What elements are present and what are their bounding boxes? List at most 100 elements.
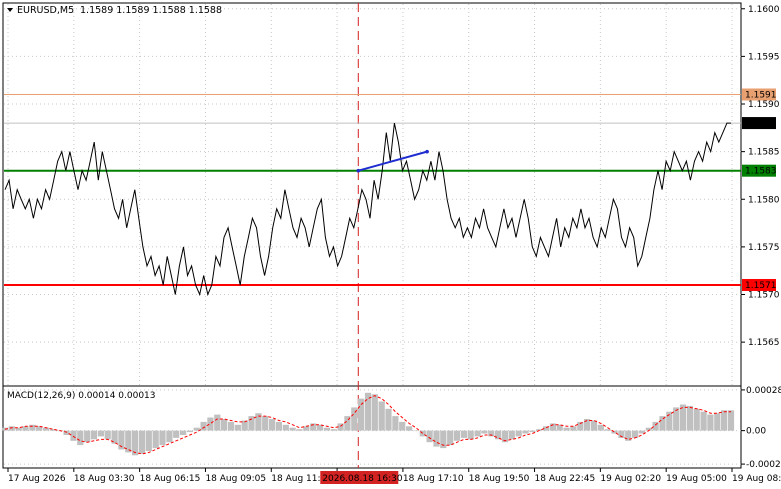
macd-histogram-bar bbox=[166, 430, 173, 443]
macd-histogram-bar bbox=[385, 408, 392, 431]
macd-histogram-bar bbox=[460, 430, 467, 438]
macd-histogram-bar bbox=[214, 414, 221, 431]
macd-histogram-bar bbox=[207, 417, 214, 431]
macd-histogram-bar bbox=[721, 410, 728, 431]
macd-histogram-bar bbox=[358, 398, 365, 431]
time-highlight-label: 2026.08.18 16:30 bbox=[322, 474, 403, 484]
macd-tick-label: 0.00 bbox=[746, 427, 766, 437]
macd-tick-label: 0.00028 bbox=[746, 386, 781, 396]
macd-label: MACD(12,26,9) 0.00014 0.00013 bbox=[7, 391, 156, 401]
macd-histogram-bar bbox=[714, 413, 721, 431]
time-tick-label: 17 Aug 2026 bbox=[8, 474, 66, 484]
macd-histogram-bar bbox=[529, 430, 536, 433]
macd-histogram-bar bbox=[282, 424, 289, 431]
macd-histogram-bar bbox=[138, 430, 146, 454]
macd-histogram-bar bbox=[474, 430, 481, 437]
macd-histogram-bar bbox=[481, 430, 488, 434]
macd-histogram-bar bbox=[275, 421, 282, 431]
macd-histogram-bar bbox=[323, 427, 330, 431]
level-tag-label: 1.1571 bbox=[745, 281, 777, 291]
macd-histogram-bar bbox=[180, 430, 187, 435]
trendline-anchor-start[interactable] bbox=[356, 168, 361, 173]
macd-histogram-bar bbox=[289, 427, 296, 431]
macd-histogram-bar bbox=[453, 430, 461, 441]
price-tick-label: 1.1570 bbox=[748, 291, 780, 301]
macd-histogram-bar bbox=[90, 430, 98, 440]
symbol-label: EURUSD,M5 bbox=[17, 5, 74, 16]
macd-histogram-bar bbox=[70, 430, 77, 441]
macd-histogram-bar bbox=[467, 430, 474, 440]
macd-histogram-bar bbox=[392, 416, 399, 431]
time-tick-label: 18 Aug 06:15 bbox=[140, 474, 201, 484]
macd-histogram-bar bbox=[227, 421, 235, 431]
macd-histogram-bar bbox=[186, 430, 193, 433]
macd-histogram-bar bbox=[590, 420, 598, 431]
macd-histogram-bar bbox=[77, 430, 84, 446]
macd-histogram-bar bbox=[563, 427, 570, 431]
macd-histogram-bar bbox=[495, 430, 502, 440]
macd-histogram-bar bbox=[515, 430, 522, 437]
level-tag-label: 1.1591 bbox=[745, 90, 777, 100]
macd-histogram-bar bbox=[727, 410, 735, 431]
price-tick-label: 1.1600 bbox=[748, 5, 780, 15]
ohlc-readout: 1.1589 1.1589 1.1588 1.1588 bbox=[80, 5, 222, 16]
macd-histogram-bar bbox=[597, 424, 604, 431]
macd-histogram-bar bbox=[132, 430, 139, 456]
price-tick-label: 1.1575 bbox=[748, 243, 780, 253]
macd-histogram-bar bbox=[234, 424, 241, 431]
macd-histogram-bar bbox=[364, 392, 372, 431]
macd-histogram-bar bbox=[426, 430, 433, 443]
macd-histogram-bar bbox=[406, 426, 413, 431]
price-tick-label: 1.1585 bbox=[748, 148, 780, 158]
macd-histogram-bar bbox=[570, 426, 577, 431]
macd-histogram-bar bbox=[200, 421, 207, 431]
time-tick-label: 18 Aug 19:50 bbox=[469, 474, 530, 484]
time-highlight-tag: 2026.08.18 16:30 bbox=[320, 471, 403, 484]
current-price-label: 1.1588 bbox=[745, 119, 777, 129]
macd-histogram-bar bbox=[8, 426, 15, 431]
macd-histogram-bar bbox=[97, 430, 104, 437]
time-tick-label: 19 Aug 08:00 bbox=[732, 474, 781, 484]
macd-histogram-bar bbox=[84, 430, 91, 443]
macd-tick-label: -0.00023 bbox=[746, 460, 781, 470]
macd-histogram-bar bbox=[700, 411, 707, 431]
macd-histogram-bar bbox=[152, 430, 159, 449]
current-price-tag: 1.1588 bbox=[742, 117, 777, 130]
macd-histogram-bar bbox=[330, 429, 337, 431]
macd-histogram-bar bbox=[269, 419, 276, 431]
macd-histogram-bar bbox=[508, 430, 515, 440]
macd-histogram-bar bbox=[659, 416, 666, 431]
macd-histogram-bar bbox=[433, 430, 440, 447]
macd-histogram-bar bbox=[159, 430, 166, 446]
macd-histogram-bar bbox=[29, 424, 36, 431]
level-tag-label: 1.1583 bbox=[745, 167, 777, 177]
macd-histogram-bar bbox=[221, 419, 228, 431]
macd-histogram-bar bbox=[652, 421, 659, 431]
macd-histogram-bar bbox=[371, 394, 378, 431]
macd-histogram-bar bbox=[638, 430, 645, 434]
macd-histogram-bar bbox=[707, 414, 714, 431]
macd-histogram-bar bbox=[686, 405, 693, 431]
macd-histogram-bar bbox=[104, 430, 111, 440]
price-panel[interactable] bbox=[2, 2, 742, 387]
macd-histogram-bar bbox=[262, 416, 269, 431]
macd-histogram-bar bbox=[604, 429, 611, 431]
macd-histogram-bar bbox=[145, 430, 152, 451]
macd-axis[interactable]: 0.00028 0.00 -0.00023 bbox=[741, 386, 781, 470]
price-tick-label: 1.1565 bbox=[748, 338, 780, 348]
macd-histogram-bar bbox=[378, 401, 385, 431]
macd-histogram-bar bbox=[248, 416, 255, 431]
macd-histogram-bar bbox=[193, 427, 200, 431]
time-tick-label: 19 Aug 02:20 bbox=[600, 474, 661, 484]
time-tick-label: 18 Aug 17:10 bbox=[403, 474, 464, 484]
macd-histogram-bar bbox=[22, 426, 29, 431]
trading-chart[interactable]: 1.1600 1.1595 1.1590 1.1585 1.1580 1.1575 1.15… bbox=[0, 0, 781, 489]
time-tick-label: 18 Aug 22:45 bbox=[535, 474, 596, 484]
macd-histogram-bar bbox=[399, 421, 406, 431]
macd-histogram-bar bbox=[296, 429, 303, 431]
macd-histogram-bar bbox=[447, 430, 454, 446]
price-tick-label: 1.1595 bbox=[748, 52, 780, 62]
trendline-anchor-end[interactable] bbox=[425, 149, 429, 154]
macd-histogram-bar bbox=[522, 430, 529, 434]
time-tick-label: 18 Aug 03:30 bbox=[74, 474, 135, 484]
